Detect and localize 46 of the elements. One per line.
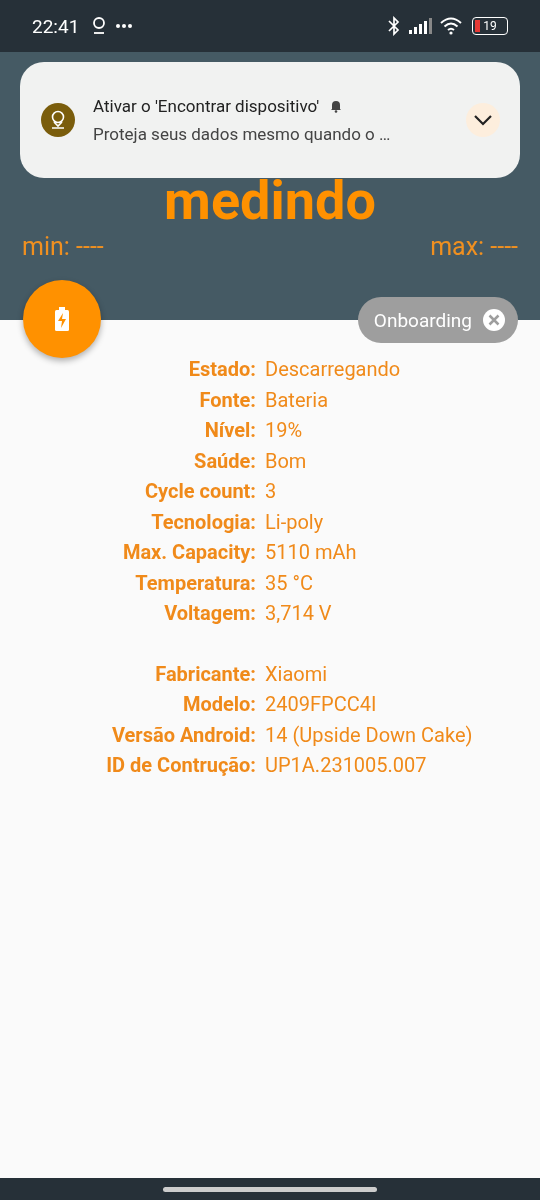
info-label: Voltagem: <box>163 601 257 626</box>
info-value: 3 <box>265 479 277 504</box>
status-time: 22:41 <box>32 14 80 38</box>
info-value: 14 (Upside Down Cake) <box>265 722 473 747</box>
battery-button[interactable] <box>23 280 101 358</box>
bluetooth-icon <box>388 16 400 36</box>
info-value: Xiaomi <box>265 661 328 686</box>
info-label: Temperatura: <box>134 570 257 595</box>
info-label: Tecnologia: <box>150 509 257 534</box>
notification-text: Proteja seus dados mesmo quando o … <box>93 124 392 144</box>
info-label: Max. Capacity: <box>121 540 257 565</box>
battery-indicator: 19 <box>472 17 508 35</box>
info-value: 3,714 V <box>265 601 332 626</box>
info-label: Versão Android: <box>110 722 257 747</box>
notification-card[interactable]: Ativar o 'Encontrar dispositivo' Proteja seus dados mesmo quando o … <box>20 62 520 178</box>
info-value: 2409FPCC4I <box>265 692 377 717</box>
notification-app-icon <box>41 103 75 137</box>
info-value: 5110 mAh <box>265 540 357 565</box>
info-label: Estado: <box>187 357 257 382</box>
expand-button[interactable] <box>466 103 500 137</box>
info-value: Bateria <box>265 387 328 412</box>
close-icon[interactable] <box>482 308 506 332</box>
info-value: Descarregando <box>265 357 401 382</box>
info-label: ID de Contrução: <box>105 753 257 778</box>
gesture-handle[interactable] <box>163 1186 377 1192</box>
info-value: 35 °C <box>265 570 313 595</box>
more-icon <box>115 23 134 29</box>
battery-charging-icon <box>54 307 70 331</box>
info-value: UP1A.231005.007 <box>265 753 427 778</box>
info-label: Modelo: <box>181 692 257 717</box>
bell-icon <box>329 99 344 113</box>
chevron-icon <box>473 114 493 126</box>
info-value: Bom <box>265 448 307 473</box>
info-label: Fonte: <box>198 387 257 412</box>
location-pin-icon <box>91 16 108 36</box>
info-label: Cycle count: <box>143 479 257 504</box>
max-reading: max: ---- <box>430 232 518 261</box>
info-value: 19% <box>265 418 303 443</box>
info-value: Li-poly <box>265 509 324 534</box>
min-reading: min: ---- <box>22 232 104 261</box>
info-label: Fabricante: <box>154 661 257 686</box>
info-label: Nível: <box>203 418 257 443</box>
signal-icon <box>408 18 432 34</box>
notification-title: Ativar o 'Encontrar dispositivo' <box>93 96 320 116</box>
wifi-icon <box>440 17 462 35</box>
info-label: Saúde: <box>193 448 257 473</box>
